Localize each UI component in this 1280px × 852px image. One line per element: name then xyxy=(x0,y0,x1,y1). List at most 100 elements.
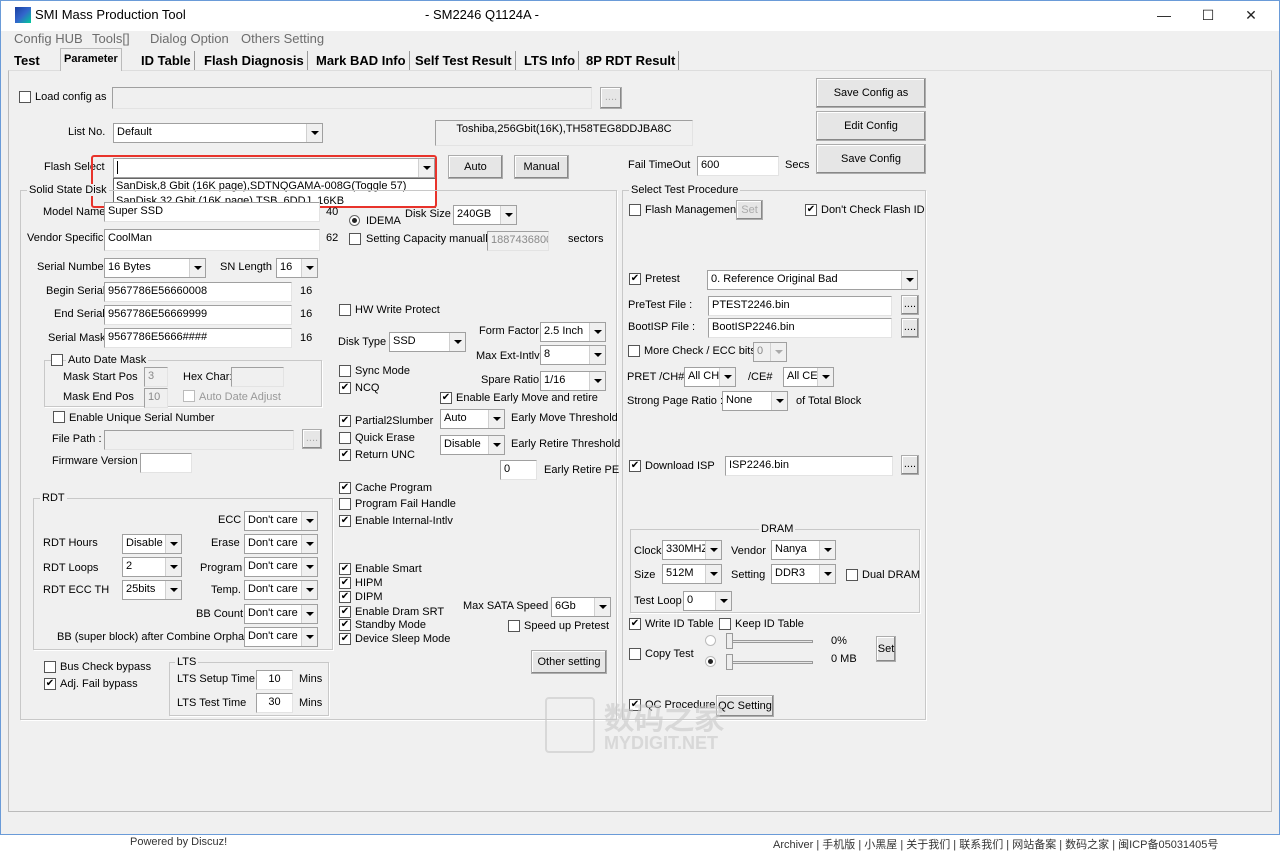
ncq-checkbox[interactable]: ✔ xyxy=(339,382,351,394)
serial-mask-input[interactable]: 9567786E5666#### xyxy=(104,328,292,348)
file-path-input[interactable] xyxy=(104,430,294,450)
capacity-input[interactable]: 1887436800 xyxy=(487,231,549,251)
dram-setting-select[interactable]: DDR3 xyxy=(771,564,836,584)
program-select[interactable]: Don't care xyxy=(244,557,318,577)
copy-test-checkbox[interactable] xyxy=(629,648,641,660)
rdt-hours-select[interactable]: Disable xyxy=(122,534,182,554)
menu-others-setting[interactable]: Others Setting xyxy=(241,31,324,46)
begin-serial-input[interactable]: 9567786E56660008 xyxy=(104,282,292,302)
isp-file-browse-button[interactable]: .... xyxy=(901,455,919,475)
speed-up-pretest-checkbox[interactable] xyxy=(508,620,520,632)
erase-select[interactable]: Don't care xyxy=(244,534,318,554)
lts-test-input[interactable]: 30 xyxy=(256,693,293,713)
dipm-checkbox[interactable]: ✔ xyxy=(339,591,351,603)
hipm-checkbox[interactable]: ✔ xyxy=(339,577,351,589)
temp-select[interactable]: Don't care xyxy=(244,580,318,600)
edit-config-button[interactable]: Edit Config xyxy=(816,111,926,141)
mask-start-input[interactable]: 3 xyxy=(144,367,168,387)
early-move-threshold-select[interactable]: Auto xyxy=(440,409,505,429)
keep-id-table-checkbox[interactable] xyxy=(719,618,731,630)
download-isp-checkbox[interactable]: ✔ xyxy=(629,460,641,472)
fail-timeout-input[interactable]: 600 xyxy=(697,156,779,176)
tab-self-test-result[interactable]: Self Test Result xyxy=(412,51,516,70)
menu-dialog-option[interactable]: Dialog Option xyxy=(150,31,229,46)
ce-select[interactable]: All CE xyxy=(783,367,834,387)
quick-erase-checkbox[interactable] xyxy=(339,432,351,444)
minimize-button[interactable]: — xyxy=(1142,4,1186,26)
close-button[interactable]: ✕ xyxy=(1229,4,1273,26)
bootisp-file-input[interactable]: BootISP2246.bin xyxy=(708,318,892,338)
mask-end-input[interactable]: 10 xyxy=(144,388,168,408)
strong-page-ratio-select[interactable]: None xyxy=(722,391,788,411)
clock-select[interactable]: 330MHZ xyxy=(662,540,722,560)
setting-capacity-checkbox[interactable] xyxy=(349,233,361,245)
write-id-table-checkbox[interactable]: ✔ xyxy=(629,618,641,630)
disk-type-select[interactable]: SSD xyxy=(389,332,466,352)
ecc-bits-select[interactable]: 0 xyxy=(753,342,787,362)
other-setting-button[interactable]: Other setting xyxy=(531,650,607,674)
copy-percent-slider[interactable] xyxy=(726,640,813,643)
qc-setting-button[interactable]: QC Setting xyxy=(716,695,774,717)
vendor-specific-input[interactable]: CoolMan xyxy=(104,229,320,251)
dram-vendor-select[interactable]: Nanya xyxy=(771,540,836,560)
disk-size-select[interactable]: 240GB xyxy=(453,205,517,225)
firmware-version-input[interactable] xyxy=(140,453,192,473)
pretest-file-input[interactable]: PTEST2246.bin xyxy=(708,296,892,316)
file-path-browse-button[interactable]: .... xyxy=(302,429,322,449)
copy-test-set-button[interactable]: Set xyxy=(876,636,896,662)
return-unc-checkbox[interactable]: ✔ xyxy=(339,449,351,461)
device-sleep-checkbox[interactable]: ✔ xyxy=(339,633,351,645)
serial-number-select[interactable]: 16 Bytes xyxy=(104,258,206,278)
partial2slumber-checkbox[interactable]: ✔ xyxy=(339,415,351,427)
slider-thumb[interactable] xyxy=(726,633,733,649)
sync-mode-checkbox[interactable] xyxy=(339,365,351,377)
slider-thumb[interactable] xyxy=(726,654,733,670)
standby-mode-checkbox[interactable]: ✔ xyxy=(339,619,351,631)
tab-8p-rdt-result[interactable]: 8P RDT Result xyxy=(583,51,680,70)
pretest-select[interactable]: 0. Reference Original Bad xyxy=(707,270,918,290)
rdt-loops-select[interactable]: 2 xyxy=(122,557,182,577)
bootisp-file-browse-button[interactable]: .... xyxy=(901,318,919,338)
tab-flash-diagnosis[interactable]: Flash Diagnosis xyxy=(201,51,308,70)
lts-setup-input[interactable]: 10 xyxy=(256,670,293,690)
load-config-checkbox[interactable] xyxy=(19,91,31,103)
dual-dram-checkbox[interactable] xyxy=(846,569,858,581)
model-name-input[interactable]: Super SSD xyxy=(104,202,320,222)
dram-size-select[interactable]: 512M xyxy=(662,564,722,584)
hex-char-input[interactable] xyxy=(231,367,284,387)
tab-parameter[interactable]: Parameter xyxy=(60,48,122,71)
maximize-button[interactable]: ☐ xyxy=(1186,4,1230,26)
list-no-select[interactable]: Default xyxy=(113,123,323,143)
adj-fail-bypass-checkbox[interactable]: ✔ xyxy=(44,678,56,690)
unique-serial-checkbox[interactable] xyxy=(53,411,65,423)
bb-count-select[interactable]: Don't care xyxy=(244,604,318,624)
tab-lts-info[interactable]: LTS Info xyxy=(521,51,580,70)
menu-config-hub[interactable]: Config HUB xyxy=(14,31,83,46)
internal-intlv-checkbox[interactable]: ✔ xyxy=(339,515,351,527)
bb-orphan-select[interactable]: Don't care xyxy=(244,627,318,647)
more-check-checkbox[interactable] xyxy=(628,345,640,357)
isp-file-input[interactable]: ISP2246.bin xyxy=(725,456,893,476)
rdt-ecc-th-select[interactable]: 25bits xyxy=(122,580,182,600)
pretest-file-browse-button[interactable]: .... xyxy=(901,295,919,315)
menu-tools[interactable]: Tools[] xyxy=(92,31,130,46)
tab-test[interactable]: Test xyxy=(11,51,43,70)
idema-radio[interactable] xyxy=(349,215,360,226)
end-serial-input[interactable]: 9567786E56669999 xyxy=(104,305,292,325)
load-config-input[interactable] xyxy=(112,87,592,109)
save-config-button[interactable]: Save Config xyxy=(816,144,926,174)
pretest-checkbox[interactable]: ✔ xyxy=(629,273,641,285)
load-config-browse-button[interactable]: .... xyxy=(600,87,622,109)
early-retire-pe-input[interactable]: 0 xyxy=(500,460,537,480)
tab-id-table[interactable]: ID Table xyxy=(138,51,195,70)
save-config-as-button[interactable]: Save Config as xyxy=(816,78,926,108)
form-factor-select[interactable]: 2.5 Inch xyxy=(540,322,606,342)
copy-mb-radio[interactable] xyxy=(705,656,716,667)
flash-management-set-button[interactable]: Set xyxy=(736,200,763,220)
auto-date-adjust-checkbox[interactable] xyxy=(183,390,195,402)
early-retire-threshold-select[interactable]: Disable xyxy=(440,435,505,455)
tab-mark-bad-info[interactable]: Mark BAD Info xyxy=(313,51,410,70)
flash-management-checkbox[interactable] xyxy=(629,204,641,216)
cache-program-checkbox[interactable]: ✔ xyxy=(339,482,351,494)
manual-button[interactable]: Manual xyxy=(514,155,569,179)
